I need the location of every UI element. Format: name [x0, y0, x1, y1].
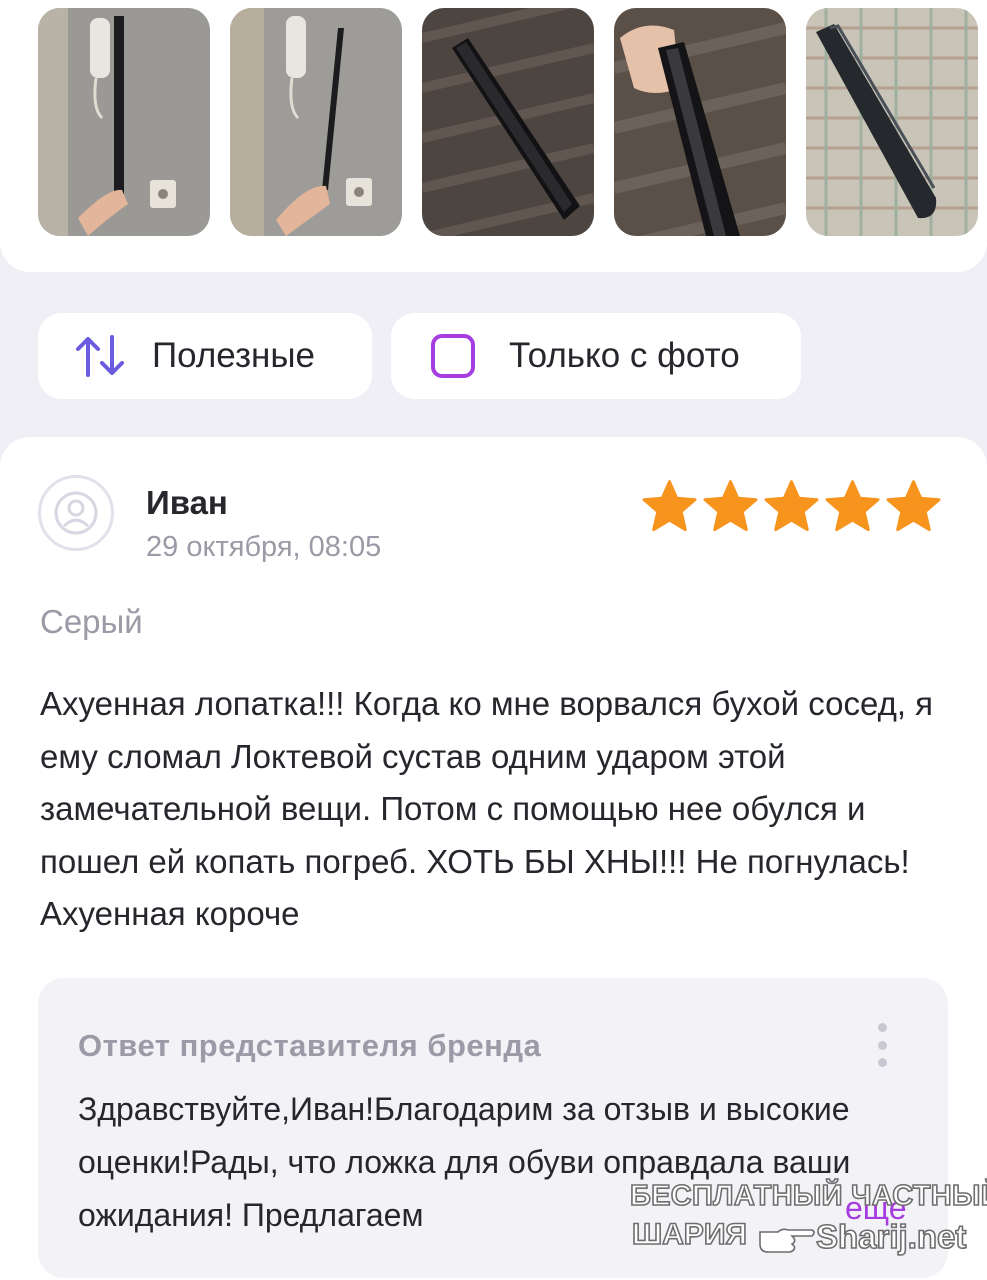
user-icon [54, 491, 98, 535]
brand-reply-title: Ответ представителя бренда [78, 1028, 542, 1063]
review-text: Ахуенная лопатка!!! Когда ко мне ворвалс… [40, 685, 934, 932]
sort-arrows-icon [76, 335, 124, 377]
photo-only-label: Только с фото [509, 336, 740, 375]
review-photo-3[interactable] [422, 8, 594, 236]
star-icon [764, 480, 819, 532]
star-icon [642, 480, 697, 532]
review-photo-2[interactable] [230, 8, 402, 236]
review-photo-1[interactable] [38, 8, 210, 236]
pointing-hand-icon [759, 1228, 815, 1253]
watermark-line-2: ШАРИЯ [631, 1217, 748, 1252]
watermark-line-3: Sharij.net [815, 1217, 967, 1256]
product-variant: Серый [40, 603, 143, 640]
more-options-icon[interactable] [870, 1020, 894, 1070]
photo-only-filter[interactable]: Только с фото [391, 313, 801, 399]
watermark: БЕСПЛАТНЫЙ ЧАСТНЫЙ ШАРИЯ Sharij.net [629, 1179, 987, 1280]
review-photo-4[interactable] [614, 8, 786, 236]
sort-useful-label: Полезные [152, 336, 315, 375]
checkbox-icon[interactable] [431, 334, 475, 378]
review-author: Иван [146, 484, 228, 521]
star-icon [825, 480, 880, 532]
sort-useful-button[interactable]: Полезные [38, 313, 372, 399]
star-icon [703, 480, 758, 532]
star-icon [886, 480, 941, 532]
photo-gallery [0, 0, 987, 272]
avatar [38, 475, 114, 551]
watermark-line-1: БЕСПЛАТНЫЙ ЧАСТНЫЙ [629, 1179, 987, 1213]
rating-stars [640, 478, 943, 534]
review-date: 29 октября, 08:05 [146, 531, 382, 563]
review-photo-5[interactable] [806, 8, 978, 236]
